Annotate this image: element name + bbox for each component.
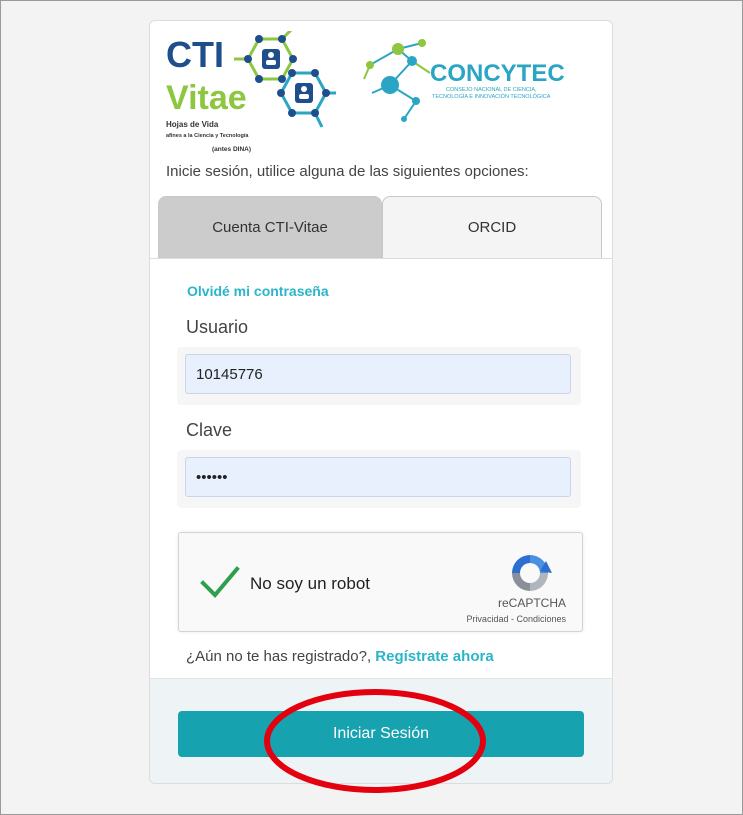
login-instructions: Inicie sesión, utilice alguna de las sig…	[166, 163, 529, 180]
register-question: ¿Aún no te has registrado?,	[186, 648, 376, 665]
recaptcha-brand: reCAPTCHA	[497, 596, 566, 610]
recaptcha-privacy-links[interactable]: Privacidad - Condiciones	[466, 614, 566, 624]
password-input[interactable]	[185, 457, 571, 497]
password-label: Clave	[186, 420, 233, 440]
username-input[interactable]	[185, 354, 571, 394]
username-field-wrapper	[177, 347, 581, 405]
forgot-password-link[interactable]: Olvidé mi contraseña	[187, 283, 329, 299]
username-label: Usuario	[186, 317, 249, 337]
login-card: CTI Vitae Hojas de Vida afines a la Cien…	[149, 20, 613, 784]
recaptcha-widget: No soy un robot reCAPTCHA Privacidad - C…	[178, 532, 583, 632]
svg-text:afines a la Ciencia y Tecnolog: afines a la Ciencia y Tecnología	[166, 133, 249, 139]
cti-vitae-logo: CTI Vitae Hojas de Vida afines a la Cien…	[166, 31, 336, 153]
svg-text:CTI: CTI	[166, 34, 224, 75]
concytec-logo: CONCYTEC CONSEJO NACIONAL DE CIENCIA, TE…	[363, 39, 565, 122]
tab-divider	[150, 258, 612, 259]
recaptcha-label: No soy un robot	[250, 574, 371, 593]
card-footer: Iniciar Sesión	[150, 678, 612, 783]
recaptcha-icon	[512, 555, 552, 591]
password-field-wrapper	[177, 450, 581, 508]
svg-text:TECNOLOGÍA E INNOVACIÓN TECNOL: TECNOLOGÍA E INNOVACIÓN TECNOLÓGICA	[432, 93, 551, 100]
register-link[interactable]: Regístrate ahora	[375, 648, 493, 665]
tab-orcid[interactable]: ORCID	[382, 196, 602, 259]
svg-text:Vitae: Vitae	[166, 79, 247, 117]
svg-text:CONCYTEC: CONCYTEC	[430, 60, 565, 87]
svg-text:CONSEJO NACIONAL DE CIENCIA,: CONSEJO NACIONAL DE CIENCIA,	[446, 87, 537, 93]
register-prompt: ¿Aún no te has registrado?, Regístrate a…	[186, 648, 494, 665]
checkmark-icon[interactable]	[199, 561, 241, 601]
logo-area: CTI Vitae Hojas de Vida afines a la Cien…	[150, 21, 612, 161]
svg-text:(antes DINA): (antes DINA)	[212, 146, 251, 153]
svg-text:Hojas de Vida: Hojas de Vida	[166, 120, 219, 129]
login-button[interactable]: Iniciar Sesión	[178, 711, 584, 757]
login-tabs: Cuenta CTI-Vitae ORCID	[158, 196, 602, 259]
tab-cti-vitae[interactable]: Cuenta CTI-Vitae	[158, 196, 382, 259]
